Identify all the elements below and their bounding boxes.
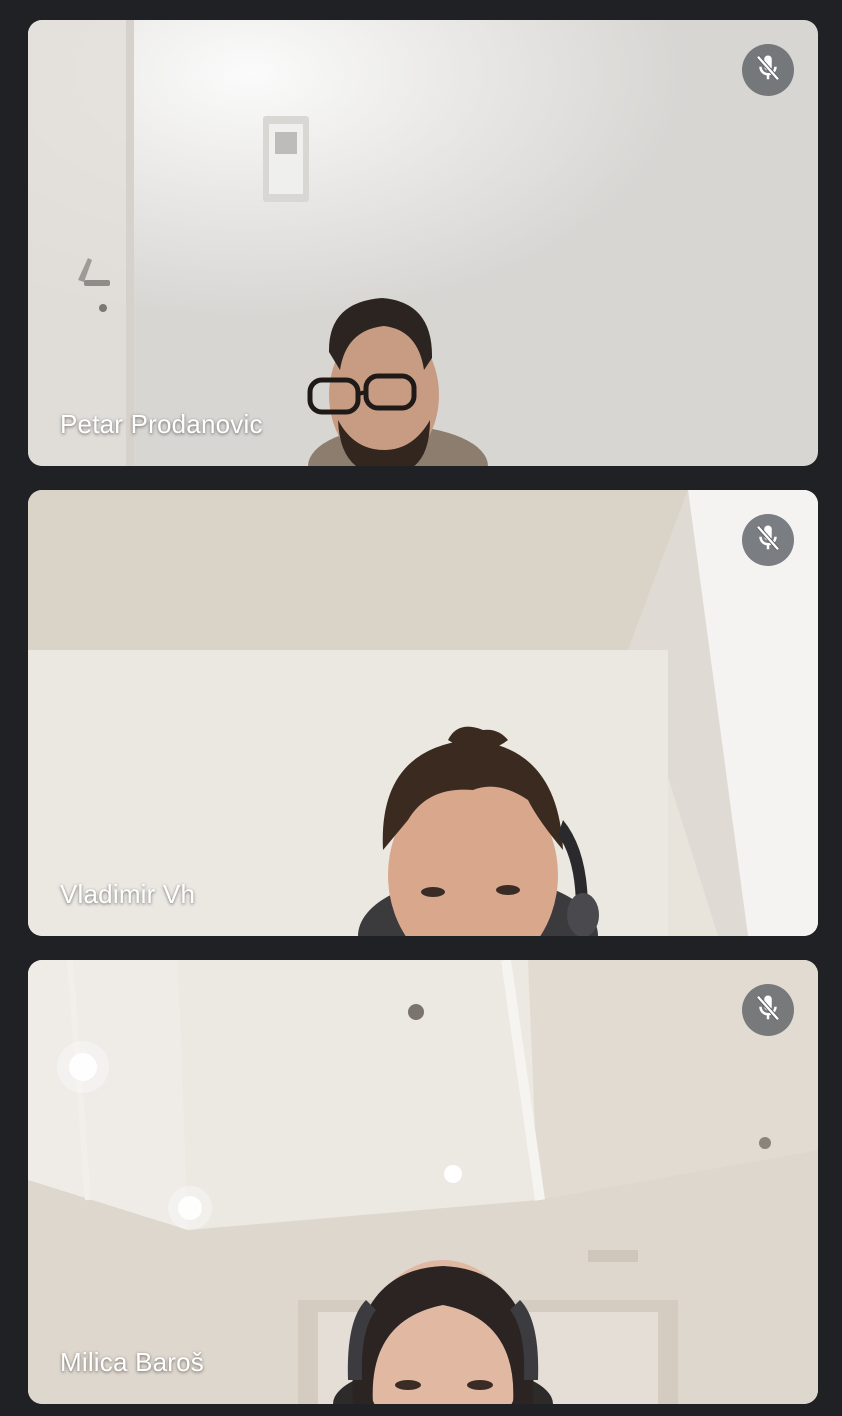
participant-video — [28, 490, 818, 936]
participant-name: Milica Baroš — [60, 1347, 204, 1377]
mic-off-icon — [753, 993, 783, 1028]
participant-tile[interactable]: Vladimir Vh — [28, 490, 818, 936]
participant-video — [28, 960, 818, 1404]
mute-indicator-button[interactable] — [742, 514, 794, 566]
mute-indicator-button[interactable] — [742, 984, 794, 1036]
participant-tile[interactable]: Milica Baroš — [28, 960, 818, 1404]
mute-indicator-button[interactable] — [742, 44, 794, 96]
participant-video — [28, 20, 818, 466]
participant-name: Vladimir Vh — [60, 879, 196, 909]
mic-off-icon — [753, 53, 783, 88]
participant-tile[interactable]: Petar Prodanovic — [28, 20, 818, 466]
mic-off-icon — [753, 523, 783, 558]
participant-name: Petar Prodanovic — [60, 409, 263, 439]
